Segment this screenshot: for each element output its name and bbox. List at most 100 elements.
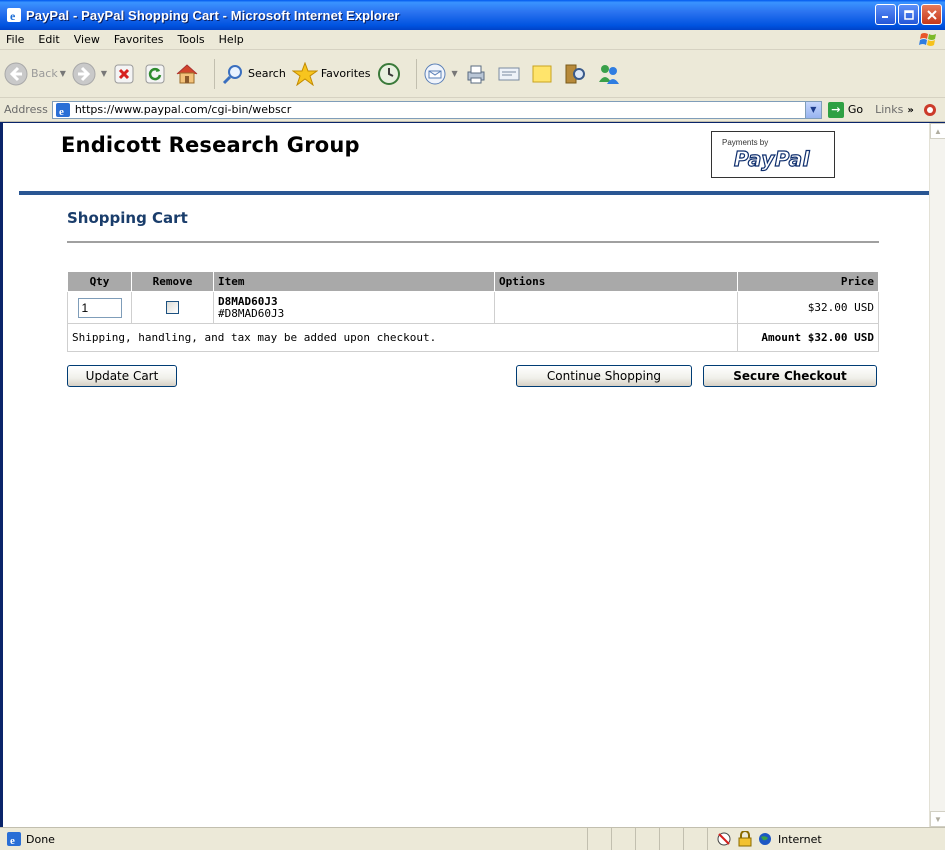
address-url: https://www.paypal.com/cgi-bin/webscr [74, 103, 292, 116]
menu-help[interactable]: Help [219, 33, 244, 46]
scroll-down-arrow-icon[interactable]: ▼ [930, 811, 945, 827]
page-done-icon: e [7, 832, 21, 847]
go-button[interactable]: → Go [827, 101, 864, 118]
back-button[interactable]: Back ▼ [4, 62, 66, 86]
cart-table: Qty Remove Item Options Price D8MAD [67, 271, 879, 352]
mail-button[interactable]: ▼ [423, 62, 458, 86]
search-icon [222, 64, 243, 84]
links-label: Links [875, 103, 904, 116]
forward-button[interactable]: ▼ [72, 62, 107, 86]
item-header: Item [213, 271, 495, 292]
back-dropdown-icon[interactable]: ▼ [60, 69, 66, 78]
go-label: Go [847, 103, 864, 116]
menu-file[interactable]: File [6, 33, 24, 46]
menu-favorites[interactable]: Favorites [114, 33, 164, 46]
qty-header: Qty [67, 271, 132, 292]
status-pane [636, 828, 660, 850]
forward-dropdown-icon[interactable]: ▼ [101, 69, 107, 78]
messenger-icon [598, 64, 619, 84]
item-name: D8MAD60J3 [218, 294, 278, 308]
standard-toolbar: Back ▼ ▼ Search Favorites ▼ [0, 50, 945, 98]
merchant-name: Endicott Research Group [61, 133, 360, 157]
lock-icon[interactable] [738, 831, 752, 847]
stop-button[interactable] [113, 63, 138, 85]
forward-arrow-icon [72, 62, 96, 85]
toolbar-separator [415, 58, 417, 89]
address-dropdown-icon[interactable]: ▼ [804, 101, 821, 118]
status-text-pane: e Done [0, 828, 588, 850]
mail-dropdown-icon[interactable]: ▼ [452, 69, 458, 78]
title-bar: e PayPal - PayPal Shopping Cart - Micros… [0, 0, 945, 30]
history-button[interactable] [377, 62, 404, 86]
address-input[interactable]: e https://www.paypal.com/cgi-bin/webscr … [51, 100, 822, 119]
scroll-up-arrow-icon[interactable]: ▲ [930, 123, 945, 139]
menu-tools[interactable]: Tools [178, 33, 205, 46]
page-content: Endicott Research Group Payments by PayP… [0, 123, 929, 827]
favorites-button[interactable]: Favorites [291, 61, 371, 86]
payments-by-text: Payments by [722, 138, 769, 147]
svg-text:e: e [10, 835, 15, 847]
close-button[interactable] [921, 4, 942, 25]
options-cell [494, 291, 738, 324]
vertical-scrollbar[interactable]: ▲ ▼ [929, 123, 945, 827]
print-button[interactable] [464, 62, 491, 86]
shipping-note: Shipping, handling, and tax may be added… [67, 323, 738, 352]
options-header: Options [494, 271, 738, 292]
status-pane [684, 828, 708, 850]
menu-edit[interactable]: Edit [38, 33, 59, 46]
toolbar-separator [214, 58, 216, 89]
status-pane [612, 828, 636, 850]
stop-icon [114, 64, 134, 83]
price-header: Price [737, 271, 879, 292]
links-chevron-icon: » [907, 105, 914, 116]
remove-checkbox[interactable] [166, 301, 179, 315]
messenger-button[interactable] [596, 62, 625, 86]
total-amount: Amount $32.00 USD [737, 323, 879, 352]
refresh-button[interactable] [144, 63, 169, 85]
note-icon [532, 65, 552, 82]
research-button[interactable] [563, 62, 590, 86]
svg-text:e: e [10, 9, 16, 23]
toolbar-extension-icon[interactable] [922, 102, 938, 118]
minimize-button[interactable] [875, 4, 896, 25]
mail-icon [424, 63, 446, 84]
update-cart-button[interactable]: Update Cart [67, 365, 177, 387]
qty-cell [67, 291, 132, 324]
quantity-input[interactable] [77, 297, 122, 318]
back-label: Back [31, 67, 58, 80]
status-pane [588, 828, 612, 850]
links-toolbar[interactable]: Links» [875, 103, 914, 116]
windows-flag-icon [919, 33, 936, 46]
remove-header: Remove [131, 271, 214, 292]
home-button[interactable] [175, 62, 202, 86]
minimize-icon [882, 16, 888, 18]
item-number: #D8MAD60J3 [218, 306, 285, 320]
discuss-button[interactable] [530, 62, 557, 86]
back-arrow-icon [4, 62, 28, 85]
address-label: Address [4, 103, 48, 116]
window-title: PayPal - PayPal Shopping Cart - Microsof… [26, 7, 400, 23]
security-zone[interactable]: Internet [708, 828, 822, 850]
maximize-button[interactable] [898, 4, 919, 25]
remove-cell [131, 291, 214, 324]
status-pane [660, 828, 684, 850]
table-row: D8MAD60J3 #D8MAD60J3 $32.00 USD [67, 291, 879, 324]
go-arrow-icon: → [827, 101, 844, 118]
maximize-icon [903, 9, 914, 20]
edit-page-icon [498, 67, 520, 80]
history-icon [377, 62, 400, 85]
search-button[interactable]: Search [221, 62, 286, 86]
address-bar: Address e https://www.paypal.com/cgi-bin… [0, 98, 945, 122]
edit-button[interactable] [497, 62, 524, 86]
menu-view[interactable]: View [74, 33, 100, 46]
header-divider [19, 191, 929, 195]
page-title: Shopping Cart [67, 209, 188, 227]
price-cell: $32.00 USD [737, 291, 879, 324]
continue-shopping-button[interactable]: Continue Shopping [516, 365, 692, 387]
research-icon [565, 64, 585, 83]
svg-text:e: e [59, 106, 64, 118]
home-icon [176, 63, 198, 83]
browser-window: e PayPal - PayPal Shopping Cart - Micros… [0, 0, 945, 850]
secure-checkout-button[interactable]: Secure Checkout [703, 365, 877, 387]
favorites-star-icon [291, 61, 318, 86]
